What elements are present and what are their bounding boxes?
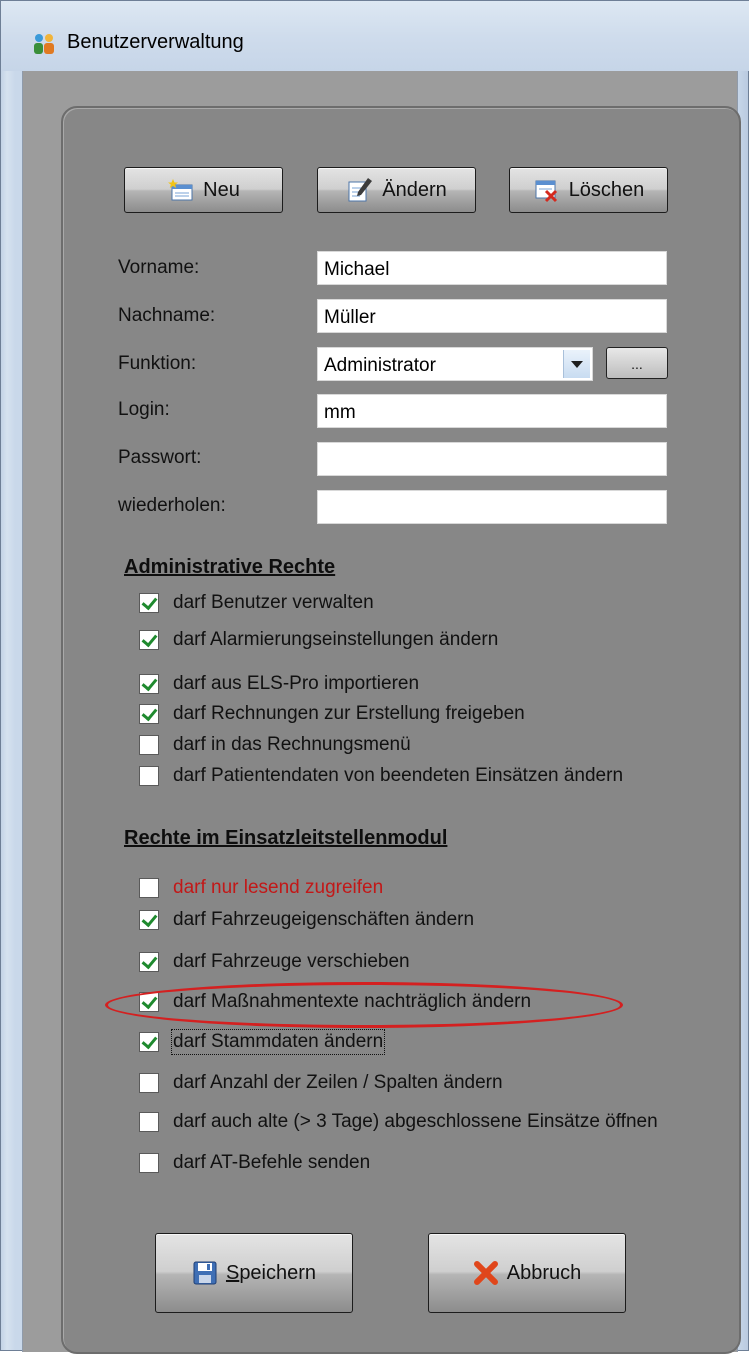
checkbox-vehicle-properties[interactable]: darf Fahrzeugeigenschäften ändern — [139, 906, 474, 934]
checkbox-import-els-pro[interactable]: darf aus ELS-Pro importieren — [139, 670, 419, 698]
checkbox-label: darf Fahrzeugeigenschäften ändern — [173, 909, 475, 930]
checkbox[interactable] — [139, 910, 159, 930]
checkbox-manage-users[interactable]: darf Benutzer verwalten — [139, 589, 374, 617]
checkbox-patient-data[interactable]: darf Patientendaten von beendeten Einsät… — [139, 762, 623, 790]
password-field[interactable] — [317, 442, 667, 476]
checkbox-label: darf Alarmierungseinstellungen ändern — [173, 629, 499, 650]
checkbox-label: darf AT-Befehle senden — [173, 1152, 371, 1173]
checkbox[interactable] — [139, 1112, 159, 1132]
checkbox-release-invoices[interactable]: darf Rechnungen zur Erstellung freigeben — [139, 700, 525, 728]
save-button-label: Speichern — [225, 1261, 317, 1284]
delete-button-label: Löschen — [568, 178, 645, 201]
delete-button[interactable]: Löschen — [509, 167, 668, 213]
function-select-value: Administrator — [324, 355, 436, 376]
checkbox-open-old-missions[interactable]: darf auch alte (> 3 Tage) abgeschlossene… — [139, 1108, 658, 1136]
function-label: Funktion: — [118, 353, 197, 374]
checkbox-rows-columns[interactable]: darf Anzahl der Zeilen / Spalten ändern — [139, 1069, 503, 1097]
checkbox[interactable] — [139, 735, 159, 755]
checkbox[interactable] — [139, 1073, 159, 1093]
title-bar: Benutzerverwaltung — [1, 1, 749, 71]
function-select[interactable]: Administrator — [317, 347, 593, 381]
checkbox[interactable] — [139, 952, 159, 972]
checkbox[interactable] — [139, 1153, 159, 1173]
checkbox-label: darf Stammdaten ändern — [170, 1029, 386, 1055]
checkbox-label: darf in das Rechnungsmenü — [173, 734, 411, 755]
checkbox-label: darf Anzahl der Zeilen / Spalten ändern — [173, 1072, 503, 1093]
login-label: Login: — [118, 399, 170, 420]
user-management-window: Benutzerverwaltung Neu Ändern Löschen Vo… — [0, 0, 749, 1354]
last-name-field[interactable]: Müller — [317, 299, 667, 333]
checkbox[interactable] — [139, 1032, 159, 1052]
checkbox-master-data[interactable]: darf Stammdaten ändern — [139, 1028, 386, 1056]
edit-button-label: Ändern — [382, 178, 447, 201]
function-browse-button[interactable]: ... — [606, 347, 668, 379]
login-field[interactable]: mm — [317, 394, 667, 428]
delete-icon — [535, 180, 557, 203]
window-title: Benutzerverwaltung — [67, 31, 244, 53]
repeat-password-field[interactable] — [317, 490, 667, 524]
checkbox-move-vehicles[interactable]: darf Fahrzeuge verschieben — [139, 948, 410, 976]
checkbox-label: darf Patientendaten von beendeten Einsät… — [173, 765, 624, 786]
checkbox-label: darf Fahrzeuge verschieben — [173, 951, 410, 972]
edit-icon — [348, 178, 373, 202]
checkbox-label: darf nur lesend zugreifen — [173, 877, 384, 898]
cancel-button-label: Abbruch — [506, 1261, 582, 1284]
checkbox[interactable] — [139, 704, 159, 724]
save-button[interactable]: Speichern — [155, 1233, 353, 1313]
floppy-disk-icon — [193, 1261, 217, 1285]
new-button-label: Neu — [203, 178, 240, 201]
chevron-down-icon[interactable] — [563, 350, 590, 378]
new-button[interactable]: Neu — [124, 167, 283, 213]
checkbox[interactable] — [139, 593, 159, 613]
last-name-label: Nachname: — [118, 305, 216, 326]
checkbox-read-only[interactable]: darf nur lesend zugreifen — [139, 874, 383, 902]
checkbox[interactable] — [139, 766, 159, 786]
password-label: Passwort: — [118, 447, 202, 468]
checkbox[interactable] — [139, 878, 159, 898]
edit-button[interactable]: Ändern — [317, 167, 476, 213]
checkbox-at-commands[interactable]: darf AT-Befehle senden — [139, 1149, 370, 1177]
new-item-icon — [168, 179, 193, 201]
checkbox-alarm-settings[interactable]: darf Alarmierungseinstellungen ändern — [139, 626, 498, 654]
cancel-x-icon — [473, 1261, 498, 1285]
checkbox-label: darf aus ELS-Pro importieren — [173, 673, 420, 694]
checkbox-label: darf auch alte (> 3 Tage) abgeschlossene… — [173, 1111, 658, 1132]
checkbox[interactable] — [139, 674, 159, 694]
checkbox[interactable] — [139, 630, 159, 650]
first-name-label: Vorname: — [118, 257, 200, 278]
dispatch-rights-heading: Rechte im Einsatzleitstellenmodul — [124, 827, 448, 849]
checkbox-label: darf Rechnungen zur Erstellung freigeben — [173, 703, 525, 724]
first-name-field[interactable]: Michael — [317, 251, 667, 285]
checkbox-label: darf Benutzer verwalten — [173, 592, 374, 613]
people-icon — [34, 34, 54, 54]
checkbox-invoice-menu[interactable]: darf in das Rechnungsmenü — [139, 731, 411, 759]
admin-rights-heading: Administrative Rechte — [124, 556, 336, 578]
repeat-password-label: wiederholen: — [118, 495, 226, 516]
highlight-ellipse — [105, 982, 623, 1028]
cancel-button[interactable]: Abbruch — [428, 1233, 626, 1313]
